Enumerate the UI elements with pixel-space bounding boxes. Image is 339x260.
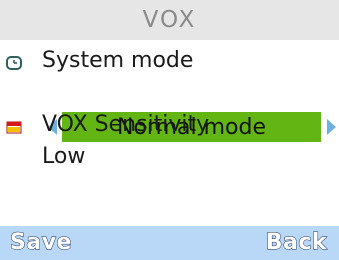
menu-item-system-mode[interactable]: System mode bbox=[0, 46, 339, 78]
clock-icon bbox=[6, 56, 22, 70]
back-softkey[interactable]: Back bbox=[265, 230, 327, 256]
page-title: VOX bbox=[142, 7, 197, 33]
menu-content: System mode Normal mode VOX Sensitivity … bbox=[0, 40, 339, 226]
menu-item-vox-sensitivity[interactable]: VOX Sensitivity bbox=[0, 110, 339, 142]
save-softkey[interactable]: Save bbox=[10, 230, 72, 256]
vox-sensitivity-value: Low bbox=[42, 144, 86, 169]
vox-sensitivity-value-row[interactable]: Low bbox=[0, 142, 339, 174]
title-bar: VOX bbox=[0, 0, 339, 40]
calendar-icon bbox=[6, 121, 22, 134]
menu-item-label: System mode bbox=[42, 48, 194, 73]
softkey-bar: Save Back bbox=[0, 226, 339, 260]
menu-item-label: VOX Sensitivity bbox=[42, 112, 210, 137]
